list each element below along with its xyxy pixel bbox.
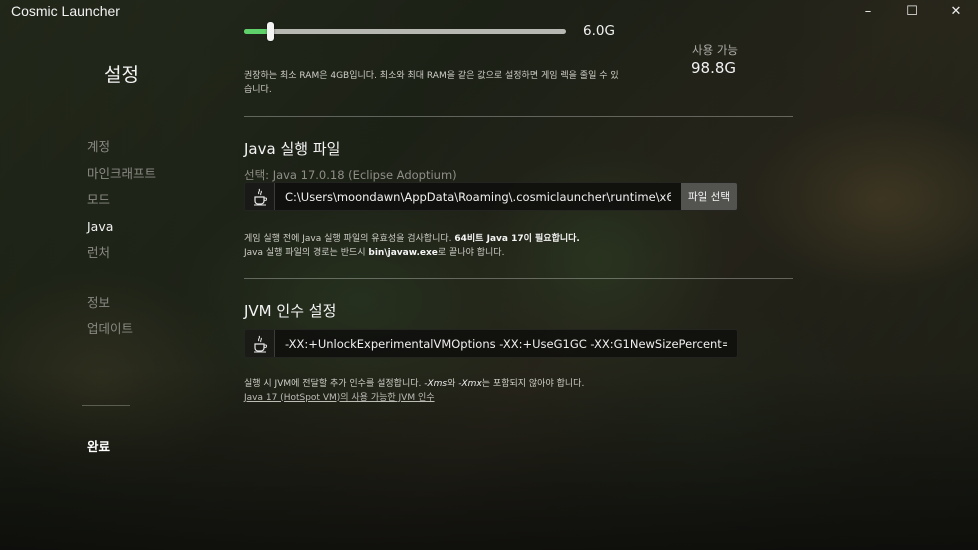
minimize-button[interactable]: – (846, 0, 890, 22)
nav-item-launcher[interactable]: 런처 (87, 245, 156, 272)
java-path-input[interactable] (275, 183, 681, 210)
memory-hint: 권장하는 최소 RAM은 4GB입니다. 최소와 최대 RAM을 같은 값으로 … (244, 71, 619, 95)
available-memory-value: 98.8G (691, 59, 737, 77)
java-exec-hint-line2: Java 실행 파일의 경로는 반드시 bin\javaw.exe로 끝나야 합… (244, 247, 580, 261)
jvm-hint-xmx: -Xmx (458, 379, 482, 389)
nav-item-minecraft[interactable]: 마인크래프트 (87, 166, 156, 193)
maximize-button[interactable]: ☐ (890, 0, 934, 22)
jvm-args-title: JVM 인수 설정 (244, 302, 337, 320)
jvm-args-hint: 실행 시 JVM에 전달할 추가 인수를 설정합니다. -Xms와 -Xmx는 … (244, 378, 584, 405)
nav-item-java[interactable]: Java (87, 219, 156, 246)
nav-item-about[interactable]: 정보 (87, 295, 156, 322)
jvm-hint-text: 와 (447, 379, 459, 389)
done-button[interactable]: 완료 (87, 436, 110, 455)
slider-track (244, 29, 566, 34)
java-exec-hint-line1: 게임 실행 전에 Java 실행 파일의 유효성을 검사합니다. 64비트 Ja… (244, 233, 580, 247)
java-icon (245, 183, 275, 210)
nav-item-update[interactable]: 업데이트 (87, 321, 156, 348)
java-hint-text: Java 실행 파일의 경로는 반드시 (244, 247, 369, 258)
section-divider (244, 278, 793, 279)
app-title: Cosmic Launcher (11, 3, 120, 19)
memory-value: 6.0G (583, 23, 615, 39)
jvm-args-field (244, 329, 738, 358)
jvm-hint-text: 는 포함되지 않아야 합니다. (481, 379, 585, 389)
java-icon (245, 330, 275, 357)
java-hint-text: 로 끝나야 합니다. (437, 247, 505, 258)
title-bar: Cosmic Launcher – ☐ ✕ (0, 0, 978, 22)
slider-thumb[interactable] (267, 22, 274, 41)
java-hint-path: bin\javaw.exe (368, 247, 438, 258)
jvm-hint-text: 실행 시 JVM에 전달할 추가 인수를 설정합니다. (244, 379, 425, 389)
nav-item-mods[interactable]: 모드 (87, 192, 156, 219)
java-selected-label: 선택: Java 17.0.18 (Eclipse Adoptium) (244, 168, 457, 182)
section-divider (244, 116, 793, 117)
nav-divider (82, 405, 130, 406)
available-memory-label: 사용 가능 (692, 43, 738, 57)
nav-item-account[interactable]: 계정 (87, 139, 156, 166)
jvm-args-hint-line: 실행 시 JVM에 전달할 추가 인수를 설정합니다. -Xms와 -Xmx는 … (244, 378, 584, 392)
jvm-args-docs-link[interactable]: Java 17 (HotSpot VM)의 사용 가능한 JVM 인수 (244, 393, 435, 403)
close-button[interactable]: ✕ (934, 0, 978, 22)
java-exec-hint: 게임 실행 전에 Java 실행 파일의 유효성을 검사합니다. 64비트 Ja… (244, 233, 580, 260)
settings-title: 설정 (104, 64, 139, 86)
memory-slider[interactable] (244, 22, 566, 41)
java-hint-requirement: 64비트 Java 17이 필요합니다. (454, 234, 580, 244)
window-controls: – ☐ ✕ (846, 0, 978, 22)
jvm-hint-xms: -Xms (424, 379, 448, 389)
jvm-args-input[interactable] (275, 330, 737, 357)
java-hint-text: 게임 실행 전에 Java 실행 파일의 유효성을 검사합니다. (244, 234, 455, 244)
browse-file-button[interactable]: 파일 선택 (681, 183, 737, 210)
settings-nav: 계정 마인크래프트 모드 Java 런처 정보 업데이트 (87, 139, 156, 348)
java-exec-title: Java 실행 파일 (244, 140, 341, 158)
java-path-field: 파일 선택 (244, 182, 738, 211)
